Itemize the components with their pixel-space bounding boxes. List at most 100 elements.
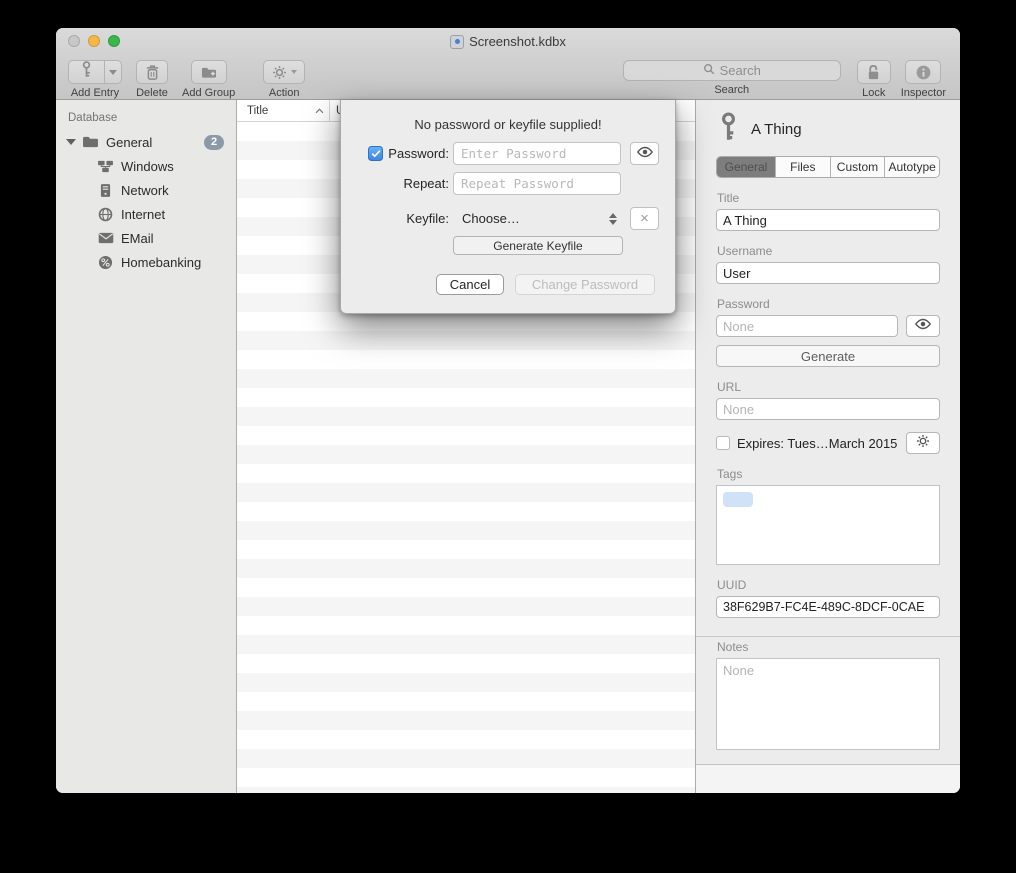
inspector-toolbar-item: Inspector [901, 60, 946, 99]
inspector-panel: A Thing General Files Custom Autotype Ti… [696, 100, 960, 793]
sidebar-item-label: Homebanking [121, 255, 201, 270]
close-icon: × [640, 211, 649, 226]
key-plus-icon [81, 61, 92, 83]
notes-field-label: Notes [717, 640, 940, 654]
column-header-title[interactable]: Title [237, 100, 330, 121]
uuid-field-label: UUID [717, 578, 940, 592]
clear-keyfile-button[interactable]: × [630, 207, 659, 230]
disclosure-triangle-icon[interactable] [66, 139, 76, 145]
add-entry-button[interactable] [68, 60, 104, 84]
username-field[interactable] [716, 262, 940, 284]
sidebar-item-label: Internet [121, 207, 165, 222]
expires-checkbox[interactable] [716, 436, 730, 450]
lock-label: Lock [862, 87, 885, 99]
sidebar-item-homebanking[interactable]: Homebanking [56, 250, 236, 274]
inspector-footer [696, 764, 960, 793]
title-field-label: Title [717, 191, 940, 205]
sheet-keyfile-label: Keyfile: [406, 211, 449, 226]
percent-circle-icon [97, 255, 114, 270]
sidebar-item-internet[interactable]: Internet [56, 202, 236, 226]
sheet-password-input[interactable] [453, 142, 621, 165]
url-field-label: URL [717, 380, 940, 394]
sidebar-item-general[interactable]: General 2 [56, 130, 236, 154]
inspector-tabs: General Files Custom Autotype [716, 156, 940, 178]
sidebar-item-network[interactable]: Network [56, 178, 236, 202]
expires-options-button[interactable] [906, 432, 940, 454]
add-entry-toolbar-item: Add Entry [68, 60, 122, 99]
tab-files[interactable]: Files [776, 157, 831, 177]
tab-general[interactable]: General [717, 157, 776, 177]
add-group-label: Add Group [182, 87, 235, 99]
delete-button[interactable] [136, 60, 168, 84]
key-icon [720, 112, 737, 147]
chevron-down-icon [291, 70, 297, 74]
chevron-down-icon [109, 70, 117, 75]
action-button[interactable] [263, 60, 305, 84]
eye-icon [914, 317, 932, 335]
sidebar-item-label: EMail [121, 231, 154, 246]
keyfile-popup-value: Choose… [462, 211, 609, 226]
cancel-button[interactable]: Cancel [436, 274, 504, 295]
gear-icon [916, 434, 930, 453]
sidebar-item-email[interactable]: EMail [56, 226, 236, 250]
gear-icon [272, 65, 287, 80]
sidebar-section-header: Database [56, 108, 236, 130]
uuid-field[interactable] [716, 596, 940, 618]
tab-autotype[interactable]: Autotype [885, 157, 939, 177]
tags-field[interactable] [716, 485, 940, 565]
expires-label: Expires: Tues…March 2015 [737, 436, 899, 451]
lock-toolbar-item: Lock [857, 60, 891, 99]
notes-field[interactable] [716, 658, 940, 750]
sidebar-item-label: General [106, 135, 152, 150]
reveal-password-button[interactable] [906, 315, 940, 337]
password-field-label: Password [717, 297, 940, 311]
sidebar-item-label: Windows [121, 159, 174, 174]
inspector-button[interactable] [905, 60, 941, 84]
tab-custom[interactable]: Custom [831, 157, 886, 177]
folder-plus-icon [200, 65, 218, 80]
sheet-repeat-label: Repeat: [403, 176, 449, 191]
envelope-icon [97, 232, 114, 244]
search-input[interactable]: Search [623, 60, 841, 81]
password-field[interactable] [716, 315, 898, 337]
generate-keyfile-button[interactable]: Generate Keyfile [453, 236, 623, 255]
entry-count-badge: 2 [204, 135, 224, 150]
password-checkbox[interactable] [368, 146, 383, 161]
open-padlock-icon [866, 64, 881, 81]
change-password-sheet: No password or keyfile supplied! Passwor… [340, 100, 676, 314]
entry-title: A Thing [751, 121, 802, 138]
network-computers-icon [97, 160, 114, 173]
sidebar: Database General 2 Windows Network [56, 100, 237, 793]
sheet-repeat-input[interactable] [453, 172, 621, 195]
titlebar[interactable]: Screenshot.kdbx [56, 28, 960, 55]
sort-ascending-icon [315, 105, 324, 117]
delete-label: Delete [136, 87, 168, 99]
search-label: Search [714, 84, 749, 96]
title-field[interactable] [716, 209, 940, 231]
generate-password-button[interactable]: Generate [716, 345, 940, 367]
add-group-toolbar-item: Add Group [182, 60, 235, 99]
search-placeholder: Search [720, 63, 761, 78]
add-entry-dropdown-button[interactable] [104, 60, 122, 84]
globe-icon [97, 207, 114, 222]
sidebar-item-label: Network [121, 183, 169, 198]
add-group-button[interactable] [191, 60, 227, 84]
sheet-reveal-password-button[interactable] [630, 142, 659, 165]
search-icon [703, 63, 715, 78]
url-field[interactable] [716, 398, 940, 420]
app-window: Screenshot.kdbx Add Entry [56, 28, 960, 793]
add-entry-label: Add Entry [71, 87, 119, 99]
lock-button[interactable] [857, 60, 891, 84]
folder-icon [82, 135, 99, 149]
sidebar-item-windows[interactable]: Windows [56, 154, 236, 178]
eye-icon [636, 145, 654, 163]
tags-field-label: Tags [717, 467, 940, 481]
window-title: Screenshot.kdbx [469, 34, 566, 49]
document-icon [450, 35, 464, 49]
sheet-password-label: Password: [388, 146, 449, 161]
delete-toolbar-item: Delete [136, 60, 168, 99]
tag-token[interactable] [723, 492, 753, 507]
keyfile-popup[interactable]: Choose… [453, 207, 621, 230]
change-password-button[interactable]: Change Password [515, 274, 655, 295]
inspector-label: Inspector [901, 87, 946, 99]
